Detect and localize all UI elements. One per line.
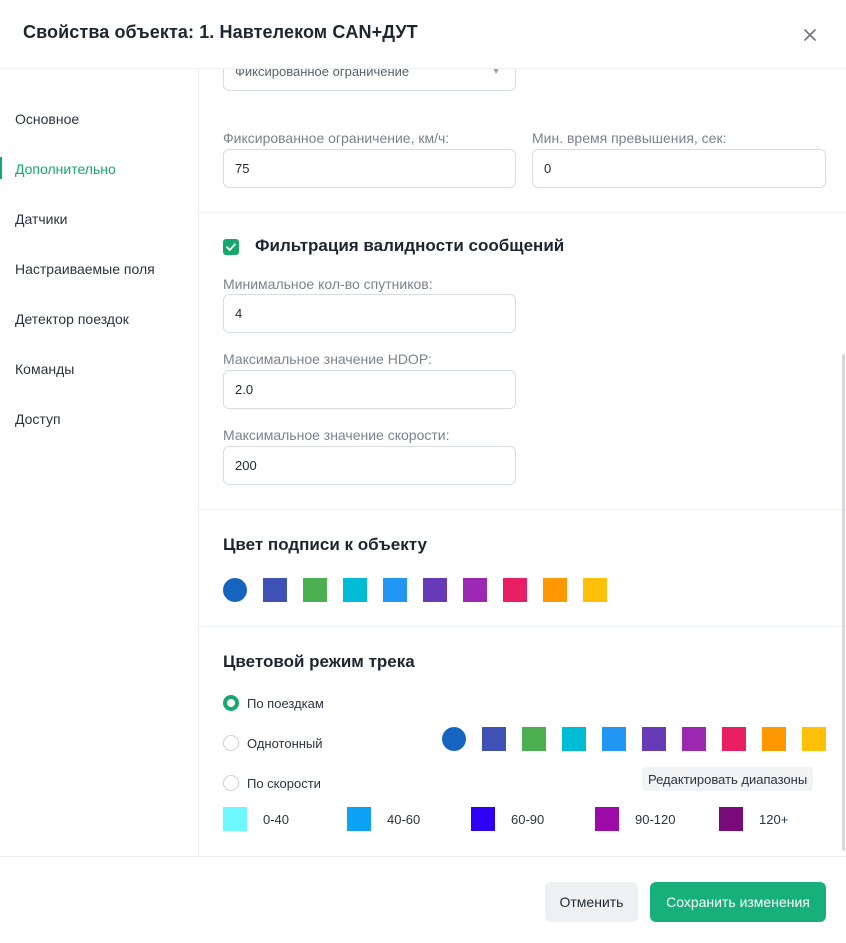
track-color-swatch[interactable] (442, 727, 466, 751)
max-speed-label: Максимальное значение скорости: (223, 427, 450, 443)
label-color-swatch[interactable] (343, 578, 367, 602)
radio-by-trips[interactable] (223, 695, 239, 711)
chevron-down-icon: ▼ (491, 69, 501, 77)
label-color-title: Цвет подписи к объекту (223, 535, 427, 554)
section-divider (199, 509, 846, 510)
speed-range-label: 40-60 (387, 812, 421, 827)
speed-range-label: 0-40 (263, 812, 290, 827)
speed-range-swatch[interactable] (719, 807, 743, 831)
label-color-swatch[interactable] (263, 578, 287, 602)
sidebar-item-custom-fields[interactable]: Настраиваемые поля (15, 261, 155, 277)
speed-range-label: 60-90 (511, 812, 545, 827)
track-color-swatch[interactable] (482, 727, 506, 751)
speed-range-label: 90-120 (635, 812, 676, 827)
sidebar-nav: Основное Дополнительно Датчики Настраива… (0, 69, 199, 856)
fixed-limit-input[interactable]: 75 (223, 149, 516, 188)
cancel-button[interactable]: Отменить (545, 882, 638, 922)
speed-limit-type-value: Фиксированное ограничение (235, 69, 410, 79)
content-scrollbar[interactable] (842, 354, 845, 851)
speed-range-swatch[interactable] (223, 807, 247, 831)
max-hdop-label: Максимальное значение HDOP: (223, 351, 433, 367)
max-speed-input[interactable]: 200 (223, 446, 516, 485)
speed-range-swatch[interactable] (595, 807, 619, 831)
speed-range-swatch[interactable] (471, 807, 495, 831)
fixed-limit-label: Фиксированное ограничение, км/ч: (223, 130, 450, 146)
radio-solid-label[interactable]: Однотонный (247, 736, 323, 751)
active-nav-marker (0, 157, 2, 179)
track-color-swatch[interactable] (562, 727, 586, 751)
min-exceed-time-label: Мин. время превышения, сек: (532, 130, 727, 146)
sidebar-item-main[interactable]: Основное (15, 111, 79, 127)
object-properties-dialog: Свойства объекта: 1. Навтелеком CAN+ДУТ … (0, 0, 846, 943)
speed-range-label: 120+ (759, 812, 789, 827)
min-satellites-input[interactable]: 4 (223, 294, 516, 333)
track-color-swatch[interactable] (722, 727, 746, 751)
label-color-swatch[interactable] (543, 578, 567, 602)
track-color-swatch[interactable] (602, 727, 626, 751)
track-color-swatch[interactable] (522, 727, 546, 751)
min-exceed-time-input[interactable]: 0 (532, 149, 826, 188)
track-color-swatch[interactable] (682, 727, 706, 751)
dialog-footer: Отменить Сохранить изменения (0, 856, 846, 943)
sidebar-item-sensors[interactable]: Датчики (15, 211, 67, 227)
radio-by-trips-label[interactable]: По поездкам (247, 696, 324, 711)
max-hdop-input[interactable]: 2.0 (223, 370, 516, 409)
label-color-swatch[interactable] (303, 578, 327, 602)
radio-solid[interactable] (223, 735, 239, 751)
save-button[interactable]: Сохранить изменения (650, 882, 826, 922)
validity-filter-title: Фильтрация валидности сообщений (255, 236, 565, 255)
label-color-swatch[interactable] (383, 578, 407, 602)
sidebar-item-trip-detector[interactable]: Детектор поездок (15, 311, 129, 327)
sidebar-item-commands[interactable]: Команды (15, 361, 74, 377)
speed-range-swatch[interactable] (347, 807, 371, 831)
label-color-swatch[interactable] (423, 578, 447, 602)
label-color-swatch[interactable] (503, 578, 527, 602)
track-color-swatch[interactable] (642, 727, 666, 751)
section-divider (199, 626, 846, 627)
section-divider (199, 212, 846, 213)
close-icon[interactable] (799, 24, 821, 46)
track-color-swatch[interactable] (802, 727, 826, 751)
speed-limit-type-select[interactable]: Фиксированное ограничение ▼ (223, 69, 516, 91)
track-color-title: Цветовой режим трека (223, 652, 415, 671)
min-satellites-label: Минимальное кол-во спутников: (223, 276, 433, 292)
radio-by-speed[interactable] (223, 775, 239, 791)
settings-content: Фиксированное ограничение ▼ Фиксированно… (199, 69, 846, 856)
validity-filter-checkbox[interactable] (223, 239, 239, 255)
sidebar-item-additional[interactable]: Дополнительно (15, 161, 116, 177)
dialog-title: Свойства объекта: 1. Навтелеком CAN+ДУТ (23, 22, 418, 42)
dialog-header: Свойства объекта: 1. Навтелеком CAN+ДУТ (0, 0, 846, 69)
radio-by-speed-label[interactable]: По скорости (247, 776, 321, 791)
label-color-swatch[interactable] (223, 578, 247, 602)
label-color-swatch[interactable] (583, 578, 607, 602)
label-color-swatch[interactable] (463, 578, 487, 602)
track-color-swatch[interactable] (762, 727, 786, 751)
sidebar-item-access[interactable]: Доступ (15, 411, 61, 427)
edit-ranges-button[interactable]: Редактировать диапазоны (642, 767, 814, 791)
